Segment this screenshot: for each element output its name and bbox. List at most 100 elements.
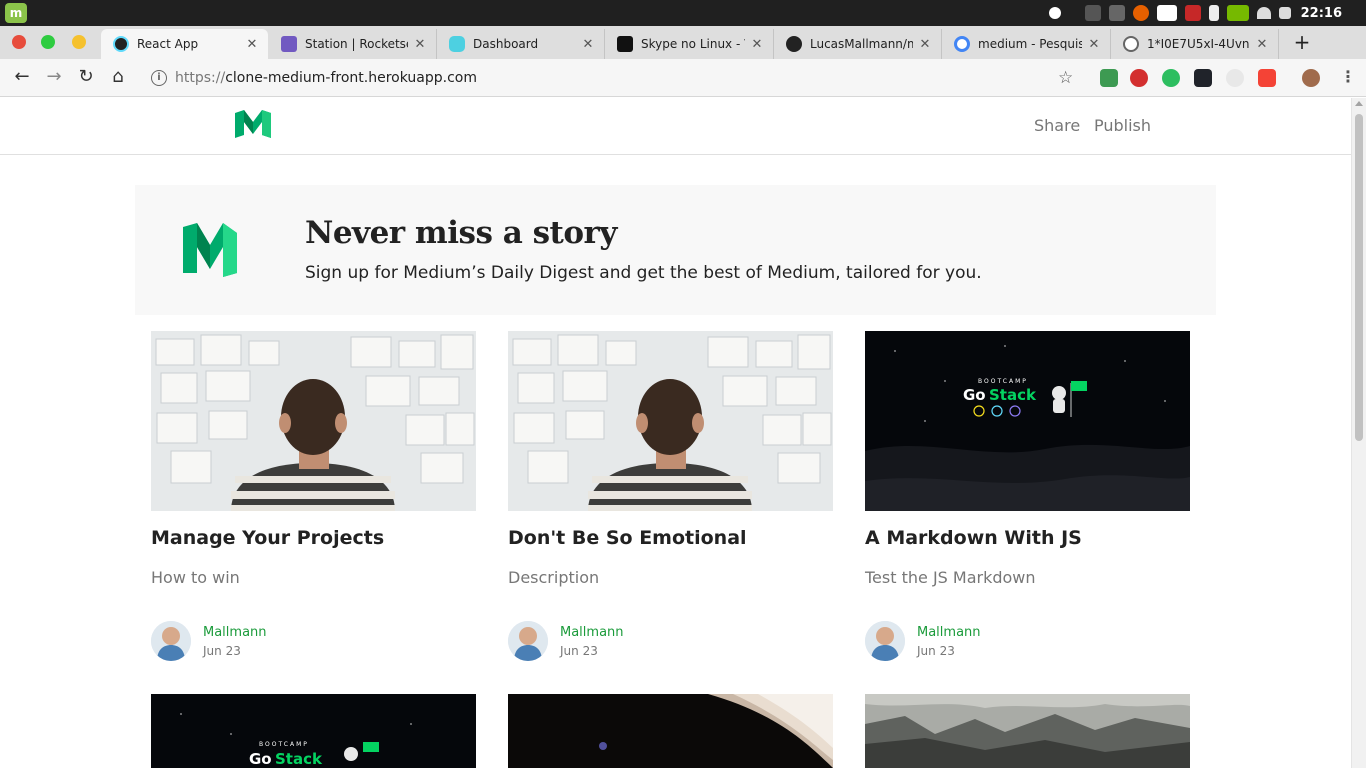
forward-button[interactable]: → [43,66,65,88]
story-image[interactable] [508,331,833,511]
evernote-icon[interactable] [1162,69,1180,87]
story-date: Jun 23 [203,644,241,658]
folder-icon[interactable] [1108,5,1125,21]
author-name[interactable]: Mallmann [560,625,624,640]
close-icon[interactable]: ✕ [749,37,765,52]
story-title[interactable]: Don't Be So Emotional [508,527,747,549]
terminal-icon[interactable] [1084,5,1101,21]
clock[interactable]: 22:16 [1301,6,1342,21]
react-icon [113,36,129,52]
tab-title: LucasMallmann/m [810,37,913,51]
mountain-landscape-image [865,694,1190,768]
mint-menu-icon[interactable]: m [5,3,27,23]
wifi-icon[interactable] [1256,7,1271,19]
profile-avatar-icon[interactable] [1302,69,1320,87]
story-card[interactable]: Manage Your Projects How to win Mallmann… [151,331,476,666]
adblock-icon[interactable] [1130,69,1148,87]
github-icon [786,36,802,52]
space-black-hole-image [508,694,833,768]
tab-rocketseat[interactable]: Station | Rocketse ✕ [269,29,437,59]
tab-google-search[interactable]: medium - Pesquisa ✕ [942,29,1111,59]
banner-subtitle: Sign up for Medium’s Daily Digest and ge… [305,263,982,283]
gostack-go-label: Go [249,750,272,768]
author-avatar[interactable] [151,621,191,661]
desk-wall-photo [151,331,476,511]
share-link[interactable]: Share [1034,116,1080,135]
story-image[interactable] [865,694,1190,768]
nvidia-icon[interactable] [1226,5,1249,21]
tab-react-app[interactable]: React App ✕ [101,29,268,59]
publish-link[interactable]: Publish [1094,116,1151,135]
gostack-bootcamp-image: BOOTCAMP Go Stack [865,331,1190,511]
new-tab-button[interactable]: + [1292,32,1312,52]
tab-dashboard[interactable]: Dashboard ✕ [437,29,605,59]
author-photo [151,621,191,661]
story-card[interactable] [865,694,1190,768]
close-icon[interactable]: ✕ [580,37,596,52]
scroll-up-arrow-icon[interactable] [1355,101,1363,106]
brave-shield-icon[interactable] [1258,69,1276,87]
close-icon[interactable]: ✕ [244,37,260,52]
gostack-stack-label: Stack [275,750,323,768]
bookmark-star-icon[interactable]: ☆ [1058,68,1073,88]
shield-icon[interactable] [1184,5,1201,21]
back-button[interactable]: ← [11,66,33,88]
author-name[interactable]: Mallmann [917,625,981,640]
bootcamp-label: BOOTCAMP [259,741,309,748]
close-icon[interactable]: ✕ [412,37,428,52]
tab-image[interactable]: 1*I0E7U5xI-4Uvnk ✕ [1111,29,1279,59]
story-card[interactable]: BOOTCAMP Go Stack A Markdown With JS Tes… [865,331,1190,666]
volume-icon[interactable] [1278,7,1291,19]
globe-icon [1123,36,1139,52]
story-card[interactable] [508,694,833,768]
site-header: Share Publish [0,98,1351,155]
tab-skype-linux[interactable]: Skype no Linux - Ve ✕ [605,29,774,59]
story-card[interactable]: Don't Be So Emotional Description Mallma… [508,331,833,666]
minimize-window-button[interactable] [72,35,86,49]
tab-title: Dashboard [473,37,539,51]
react-devtools-icon[interactable] [1194,69,1212,87]
story-description: How to win [151,568,240,587]
close-icon[interactable]: ✕ [1254,37,1270,52]
tab-github[interactable]: LucasMallmann/m ✕ [774,29,942,59]
firefox-icon[interactable] [1132,5,1149,21]
story-image[interactable]: BOOTCAMP Go Stack [865,331,1190,511]
url-host: clone-medium-front.herokuapp.com [225,70,477,86]
close-icon[interactable]: ✕ [1086,37,1102,52]
extension-pen-icon[interactable] [1100,69,1118,87]
info-icon[interactable]: i [151,70,167,86]
url-text[interactable]: https://clone-medium-front.herokuapp.com [175,70,477,86]
story-image[interactable] [508,694,833,768]
author-avatar[interactable] [508,621,548,661]
close-window-button[interactable] [12,35,26,49]
author-avatar[interactable] [865,621,905,661]
os-top-bar: m 22:16 [0,0,1366,26]
close-icon[interactable]: ✕ [917,37,933,52]
banner-title: Never miss a story [305,215,617,251]
story-title[interactable]: Manage Your Projects [151,527,384,549]
scrollbar-thumb[interactable] [1355,114,1363,441]
system-tray: 22:16 [1045,0,1366,26]
author-photo [508,621,548,661]
bluetooth-icon[interactable] [1208,5,1219,21]
page-viewport: Share Publish Never miss a story Sign up… [0,98,1366,768]
desk-wall-photo [508,331,833,511]
story-card[interactable]: BOOTCAMP Go Stack [151,694,476,768]
maximize-window-button[interactable] [41,35,55,49]
user-icon[interactable] [1048,7,1061,19]
extension-circle-icon[interactable] [1226,69,1244,87]
browser-menu-button[interactable]: ⋮ [1340,67,1356,87]
story-image[interactable]: BOOTCAMP Go Stack [151,694,476,768]
story-image[interactable] [151,331,476,511]
tab-title: Station | Rocketse [305,37,408,51]
discord-icon[interactable] [1156,5,1177,21]
reload-button[interactable]: ↻ [75,66,97,88]
page-scrollbar[interactable] [1351,98,1366,768]
story-title[interactable]: A Markdown With JS [865,527,1082,549]
home-button[interactable]: ⌂ [107,66,129,88]
author-photo [865,621,905,661]
tab-title: 1*I0E7U5xI-4Uvnk [1147,37,1250,51]
address-bar[interactable]: i https://clone-medium-front.herokuapp.c… [143,63,1085,93]
author-name[interactable]: Mallmann [203,625,267,640]
medium-logo-icon[interactable] [235,110,271,138]
